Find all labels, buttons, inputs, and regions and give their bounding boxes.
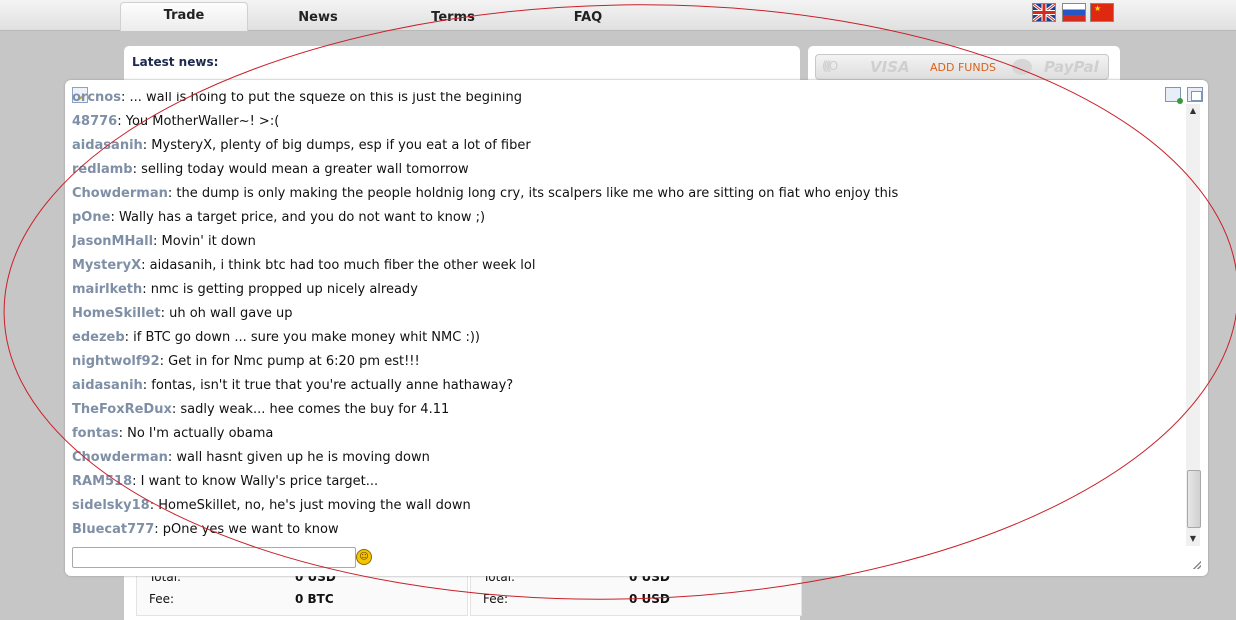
chat-message: 48776: You MotherWaller~! >:( — [72, 112, 279, 132]
scroll-up-icon[interactable]: ▲ — [1186, 104, 1200, 118]
add-funds-button[interactable]: ((((O VISA ADD FUNDS PayPal — [815, 54, 1109, 80]
fee-value: 0 BTC — [295, 592, 334, 606]
tab-news[interactable]: News — [280, 6, 356, 32]
chat-window: orcnos: ... wall is hoing to put the squ… — [65, 80, 1208, 576]
chat-message: aidasanih: MysteryX, plenty of big dumps… — [72, 136, 531, 156]
chat-username[interactable]: TheFoxReDux — [72, 402, 172, 417]
chat-message: pOne: Wally has a target price, and you … — [72, 208, 485, 228]
chat-username[interactable]: nightwolf92 — [72, 354, 160, 369]
chat-message: fontas: No I'm actually obama — [72, 424, 273, 444]
china-flag-icon[interactable]: ★ — [1090, 3, 1114, 22]
chat-text: : ... wall is hoing to put the squeze on… — [120, 92, 522, 105]
chat-text: : Get in for Nmc pump at 6:20 pm est!!! — [159, 354, 420, 369]
chat-username[interactable]: sidelsky18 — [72, 498, 150, 513]
add-funds-label: ADD FUNDS — [930, 61, 997, 74]
resize-grip-icon[interactable] — [1193, 561, 1201, 569]
scroll-thumb[interactable] — [1187, 470, 1201, 528]
chat-username[interactable]: redlamb — [72, 162, 133, 177]
chat-text: : selling today would mean a greater wal… — [132, 162, 469, 177]
chat-message: JasonMHall: Movin' it down — [72, 232, 256, 252]
chat-username[interactable]: Chowderman — [72, 450, 168, 465]
chat-message: orcnos: ... wall is hoing to put the squ… — [72, 92, 522, 108]
chat-username[interactable]: fontas — [72, 426, 119, 441]
chat-username[interactable]: Chowderman — [72, 186, 168, 201]
chat-username[interactable]: RAM518 — [72, 474, 132, 489]
chat-text: : You MotherWaller~! >:( — [117, 114, 280, 129]
chat-username[interactable]: aidasanih — [72, 138, 143, 153]
chat-message: redlamb: selling today would mean a grea… — [72, 160, 469, 180]
top-nav-bar: Trade News Terms FAQ ★ — [0, 0, 1236, 31]
chat-username[interactable]: Bluecat777 — [72, 522, 154, 537]
chat-text: : aidasanih, i think btc had too much fi… — [141, 258, 536, 273]
chat-text: : pOne yes we want to know — [154, 522, 339, 537]
chat-text: : No I'm actually obama — [118, 426, 274, 441]
tab-trade[interactable]: Trade — [120, 2, 248, 31]
chat-username[interactable]: pOne — [72, 210, 110, 225]
chat-text: : fontas, isn't it true that you're actu… — [142, 378, 514, 393]
chat-message: TheFoxReDux: sadly weak... hee comes the… — [72, 400, 449, 420]
paypal-logo: PayPal — [1044, 58, 1099, 76]
fee-label: Fee: — [149, 592, 175, 606]
chat-message: edezeb: if BTC go down ... sure you make… — [72, 328, 480, 348]
chat-message: nightwolf92: Get in for Nmc pump at 6:20… — [72, 352, 420, 372]
chat-message: MysteryX: aidasanih, i think btc had too… — [72, 256, 535, 276]
chat-text: : uh oh wall gave up — [160, 306, 293, 321]
chat-text: : Movin' it down — [153, 234, 256, 249]
smiley-icon[interactable]: ☺ — [356, 549, 372, 565]
chat-username[interactable]: edezeb — [72, 330, 125, 345]
chat-text: : the dump is only making the people hol… — [167, 186, 899, 201]
chat-text: : I want to know Wally's price target... — [132, 474, 379, 489]
chat-text: : Wally has a target price, and you do n… — [110, 210, 486, 225]
russia-flag-icon[interactable] — [1062, 3, 1086, 22]
tab-faq[interactable]: FAQ — [552, 6, 624, 32]
chat-username[interactable]: orcnos — [72, 92, 121, 105]
visa-logo: VISA — [870, 58, 910, 76]
chat-message: Bluecat777: pOne yes we want to know — [72, 520, 339, 540]
chat-message: HomeSkillet: uh oh wall gave up — [72, 304, 293, 324]
chat-input[interactable] — [72, 547, 356, 568]
uk-flag-icon[interactable] — [1032, 3, 1056, 22]
chat-username[interactable]: HomeSkillet — [72, 306, 161, 321]
chat-text: : wall hasnt given up he is moving down — [167, 450, 430, 465]
chat-message: sidelsky18: HomeSkillet, no, he's just m… — [72, 496, 471, 516]
news-title: Latest news: — [132, 55, 219, 69]
chat-scrollbar[interactable]: ▲ ▼ — [1186, 104, 1201, 546]
chat-username[interactable]: MysteryX — [72, 258, 141, 273]
chat-username[interactable]: mairlketh — [72, 282, 142, 297]
restore-window-icon[interactable] — [1187, 87, 1203, 102]
chat-username[interactable]: aidasanih — [72, 378, 143, 393]
chat-text: : sadly weak... hee comes the buy for 4.… — [171, 402, 450, 417]
chat-username[interactable]: JasonMHall — [72, 234, 153, 249]
chat-text: : nmc is getting propped up nicely alrea… — [142, 282, 418, 297]
chat-text: : if BTC go down ... sure you make money… — [124, 330, 480, 345]
fee-label: Fee: — [483, 592, 509, 606]
chat-message: mairlketh: nmc is getting propped up nic… — [72, 280, 418, 300]
chat-message: RAM518: I want to know Wally's price tar… — [72, 472, 378, 492]
card-icon — [1012, 59, 1032, 75]
scroll-down-icon[interactable]: ▼ — [1186, 532, 1200, 546]
chat-text: : MysteryX, plenty of big dumps, esp if … — [142, 138, 531, 153]
chat-message-list: orcnos: ... wall is hoing to put the squ… — [72, 92, 1180, 548]
chat-message: aidasanih: fontas, isn't it true that yo… — [72, 376, 513, 396]
chat-message: Chowderman: the dump is only making the … — [72, 184, 898, 204]
star-icon: ★ — [1094, 4, 1102, 13]
visa-rings-icon: ((((O — [822, 59, 838, 73]
chat-username[interactable]: 48776 — [72, 114, 117, 129]
chat-message: Chowderman: wall hasnt given up he is mo… — [72, 448, 430, 468]
chat-text: : HomeSkillet, no, he's just moving the … — [149, 498, 471, 513]
tab-terms[interactable]: Terms — [415, 6, 491, 32]
fee-value: 0 USD — [629, 592, 670, 606]
